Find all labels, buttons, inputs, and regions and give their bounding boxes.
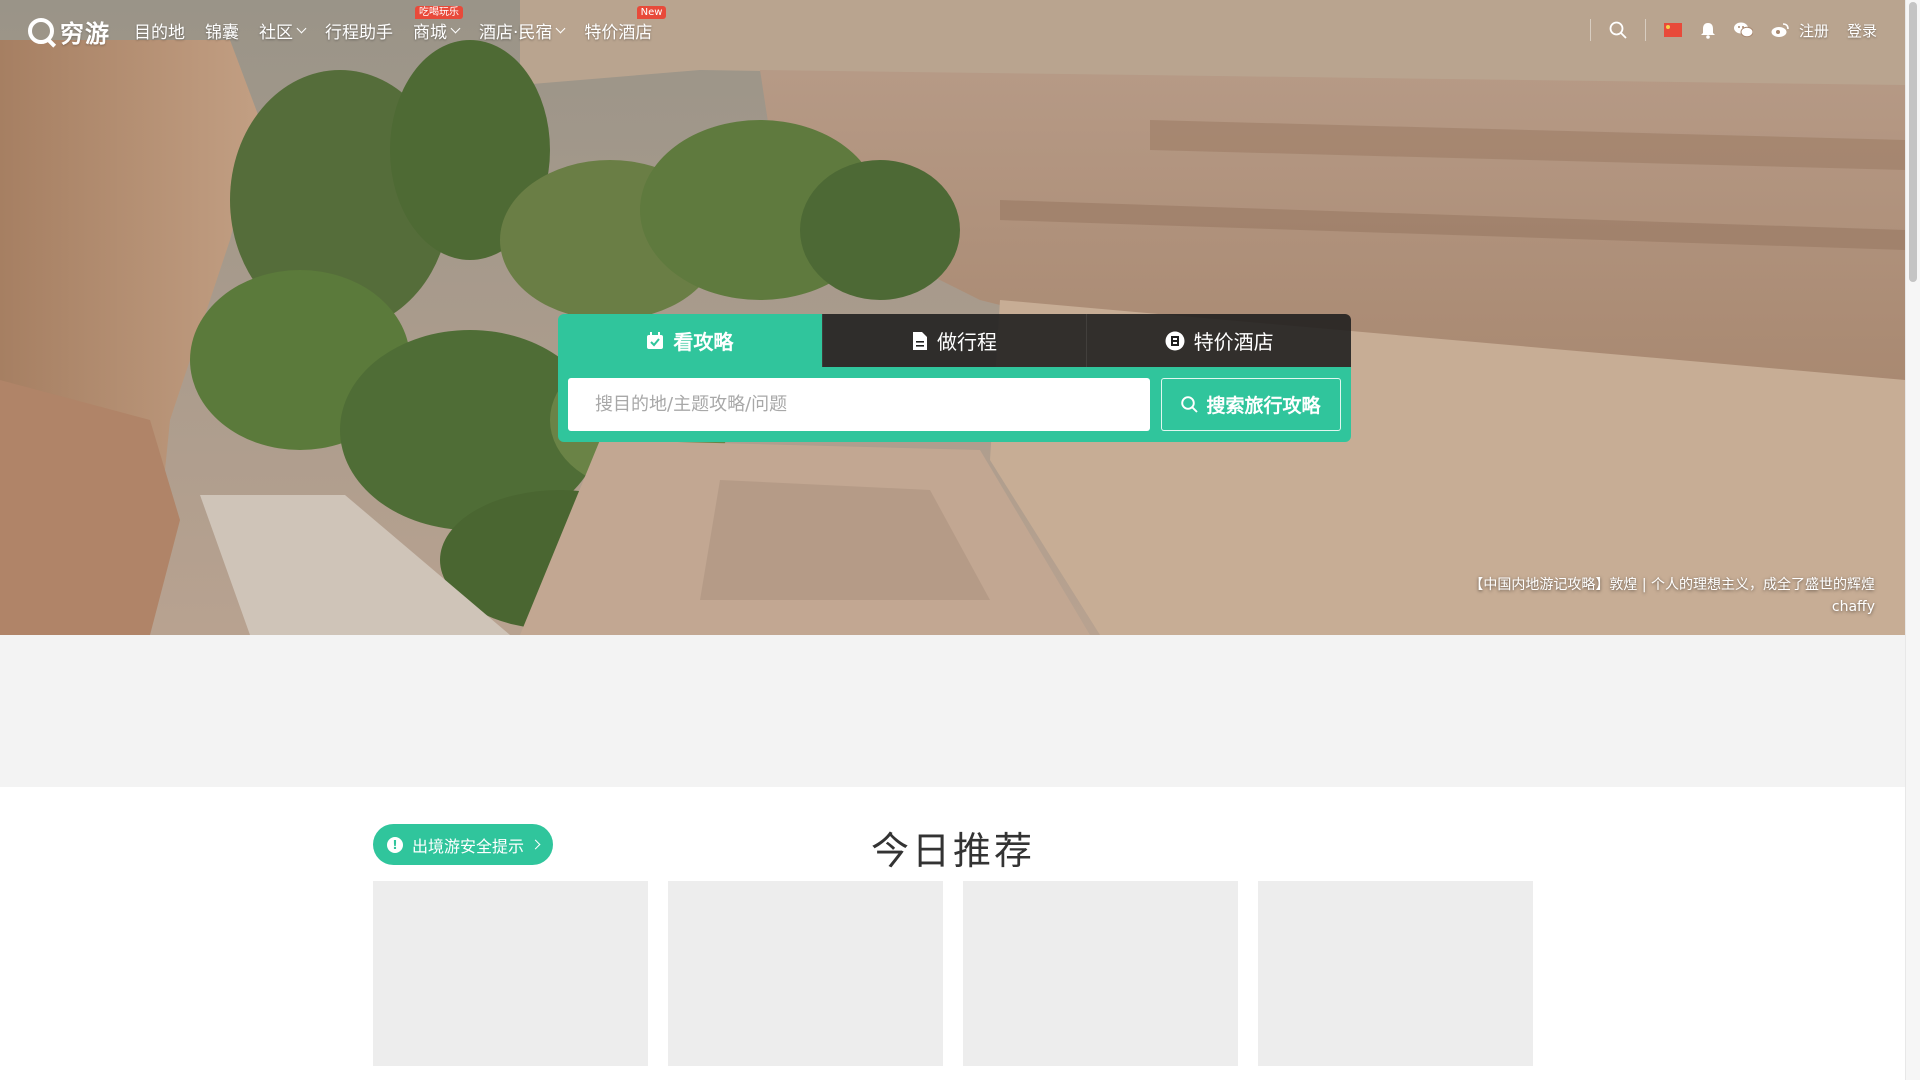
caption-author[interactable]: chaffy [1469,599,1875,615]
nav-item-guides[interactable]: 锦囊 [205,18,239,43]
nav-badge-new: New [636,6,667,19]
nav-item-label: 目的地 [134,23,185,43]
calendar-icon [646,331,664,350]
hotel-icon [1165,331,1185,351]
top-nav: 穷游 目的地 锦囊 社区 行程助手 商城 吃喝玩乐 酒店·民宿 特价酒店 New… [0,0,1905,60]
caption-title[interactable]: 【中国内地游记攻略】敦煌 | 个人的理想主义，成全了盛世的辉煌 [1469,574,1875,594]
tab-hotel-deals[interactable]: 特价酒店 [1086,314,1352,367]
search-widget: 看攻略 做行程 特价酒店 搜索旅行攻略 [558,314,1352,442]
nav-item-label: 锦囊 [205,23,239,43]
nav-utility: 注册 登录 [1589,19,1877,41]
wechat-icon[interactable] [1733,22,1753,38]
recommend-card[interactable] [373,881,648,1066]
search-icon [1181,396,1199,413]
flag-icon[interactable] [1663,23,1682,37]
nav-item-label: 行程助手 [325,23,393,43]
nav-item-mall[interactable]: 商城 吃喝玩乐 [413,6,463,43]
nav-item-label: 商城 [413,23,447,43]
photo-caption[interactable]: 【中国内地游记攻略】敦煌 | 个人的理想主义，成全了盛世的辉煌 chaffy [1469,574,1875,615]
chevron-down-icon [450,23,461,34]
nav-item-trip-planner[interactable]: 行程助手 [325,18,393,43]
chevron-down-icon [296,23,307,34]
tab-label: 特价酒店 [1193,330,1274,354]
travel-safety-button[interactable]: ! 出境游安全提示 [373,824,553,865]
search-tabs: 看攻略 做行程 特价酒店 [558,314,1352,367]
tab-label: 看攻略 [673,330,734,354]
ad-placeholder [0,635,1905,787]
scrollbar-thumb[interactable] [1909,2,1917,282]
register-link[interactable]: 注册 [1799,20,1829,41]
search-button-label: 搜索旅行攻略 [1206,395,1321,417]
search-bar: 搜索旅行攻略 [558,367,1351,442]
tab-guides[interactable]: 看攻略 [558,314,822,367]
tab-plan-trip[interactable]: 做行程 [821,314,1087,367]
logo-q-icon [28,18,54,44]
nav-divider [1589,19,1591,41]
hero-banner: 穷游 目的地 锦囊 社区 行程助手 商城 吃喝玩乐 酒店·民宿 特价酒店 New… [0,0,1905,635]
recommend-card[interactable] [668,881,943,1066]
chevron-right-icon [530,839,541,850]
logo-text: 穷游 [60,19,110,48]
search-button[interactable]: 搜索旅行攻略 [1161,378,1341,431]
recommend-cards [373,881,1533,1066]
weibo-icon[interactable] [1771,22,1789,38]
document-icon [912,331,928,350]
search-icon[interactable] [1609,21,1627,39]
nav-item-label: 社区 [259,23,293,43]
search-input[interactable] [568,378,1150,431]
recommend-card[interactable] [1258,881,1533,1066]
login-link[interactable]: 登录 [1847,20,1877,41]
site-logo[interactable]: 穷游 [28,14,110,48]
nav-item-hotels[interactable]: 酒店·民宿 [479,18,566,43]
nav-item-hotel-deals[interactable]: 特价酒店 New [584,6,667,43]
main-nav: 目的地 锦囊 社区 行程助手 商城 吃喝玩乐 酒店·民宿 特价酒店 New [134,6,672,43]
nav-item-community[interactable]: 社区 [259,18,307,43]
recommend-card[interactable] [963,881,1238,1066]
nav-item-label: 特价酒店 [584,23,653,43]
nav-divider [1644,19,1646,41]
bell-icon[interactable] [1700,22,1716,39]
nav-item-label: 酒店·民宿 [479,23,553,43]
page-scrollbar[interactable] [1905,0,1920,1080]
nav-item-destination[interactable]: 目的地 [134,18,185,43]
today-recommend-section: 今日推荐 ! 出境游安全提示 [373,787,1533,1080]
safety-label: 出境游安全提示 [411,836,524,856]
alert-icon: ! [386,836,403,853]
chevron-down-icon [555,23,566,34]
nav-badge: 吃喝玩乐 [415,6,463,19]
tab-label: 做行程 [937,330,997,354]
